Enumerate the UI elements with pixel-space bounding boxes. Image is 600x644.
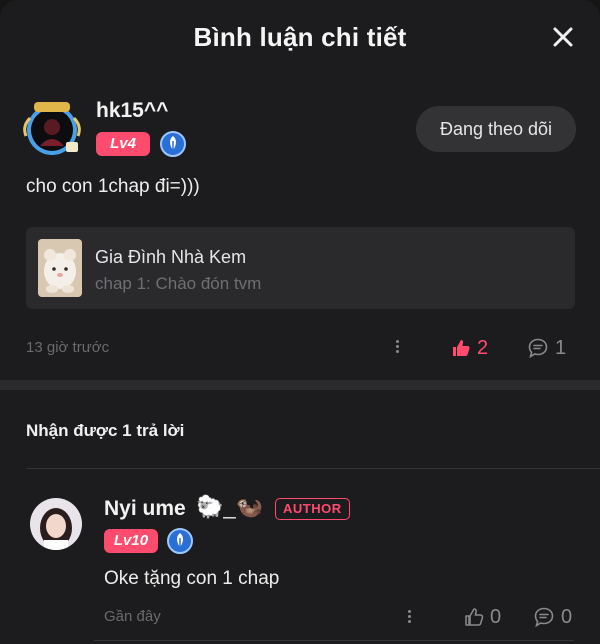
- comment-time: 13 giờ trước: [26, 339, 110, 356]
- username-emojis: 🐑_🦦: [196, 494, 264, 519]
- like-button[interactable]: 2: [451, 335, 488, 361]
- story-card[interactable]: Gia Đình Nhà Kem chap 1: Chào đón tvm: [26, 227, 575, 309]
- comment-bubble-icon: [528, 338, 548, 359]
- reply-count: 1: [555, 336, 567, 359]
- close-icon[interactable]: [552, 26, 574, 48]
- reply-reply-count: 0: [561, 605, 573, 628]
- thumbs-up-filled-icon: [453, 340, 470, 356]
- reply-text: Oke tặng con 1 chap: [104, 568, 280, 589]
- page-title: Bình luận chi tiết: [193, 22, 407, 52]
- reply-like-button[interactable]: 0: [464, 604, 501, 630]
- more-options-icon[interactable]: [394, 338, 400, 356]
- comment-detail-sheet: Bình luận chi tiết hk15^^ Lv4 Đang theo …: [0, 0, 600, 644]
- story-chapter: chap 1: Chào đón tvm: [95, 274, 262, 293]
- divider: [94, 640, 574, 641]
- level-badge: Lv4: [96, 132, 150, 156]
- author-tag: AUTHOR: [275, 498, 350, 520]
- reply-more-options-icon[interactable]: [406, 608, 412, 626]
- reply-username[interactable]: Nyi ume: [104, 497, 186, 521]
- reply-avatar[interactable]: [30, 498, 82, 550]
- like-count: 2: [477, 336, 489, 359]
- comment-username[interactable]: hk15^^: [96, 99, 168, 123]
- feather-badge-icon: [167, 528, 193, 554]
- reply-button[interactable]: 1: [527, 335, 566, 361]
- avatar[interactable]: [20, 96, 84, 160]
- reply-level-badge: Lv10: [104, 529, 158, 553]
- following-button[interactable]: Đang theo dõi: [416, 106, 576, 152]
- avatar-frame-icon: [23, 102, 81, 155]
- thumbs-up-icon: [465, 608, 484, 626]
- divider: [26, 468, 600, 469]
- story-cover-image: [38, 239, 82, 297]
- feather-badge-icon: [160, 131, 186, 157]
- section-divider: [0, 380, 600, 390]
- reply-reply-button[interactable]: 0: [533, 604, 572, 630]
- reply-like-count: 0: [490, 605, 502, 628]
- comment-bubble-icon: [534, 607, 554, 628]
- replies-heading: Nhận được 1 trả lời: [26, 421, 185, 440]
- sheet-header: Bình luận chi tiết: [0, 0, 600, 76]
- story-title: Gia Đình Nhà Kem: [95, 247, 247, 267]
- reply-time: Gần đây: [104, 608, 161, 625]
- comment-text: cho con 1chap đi=))): [26, 176, 200, 197]
